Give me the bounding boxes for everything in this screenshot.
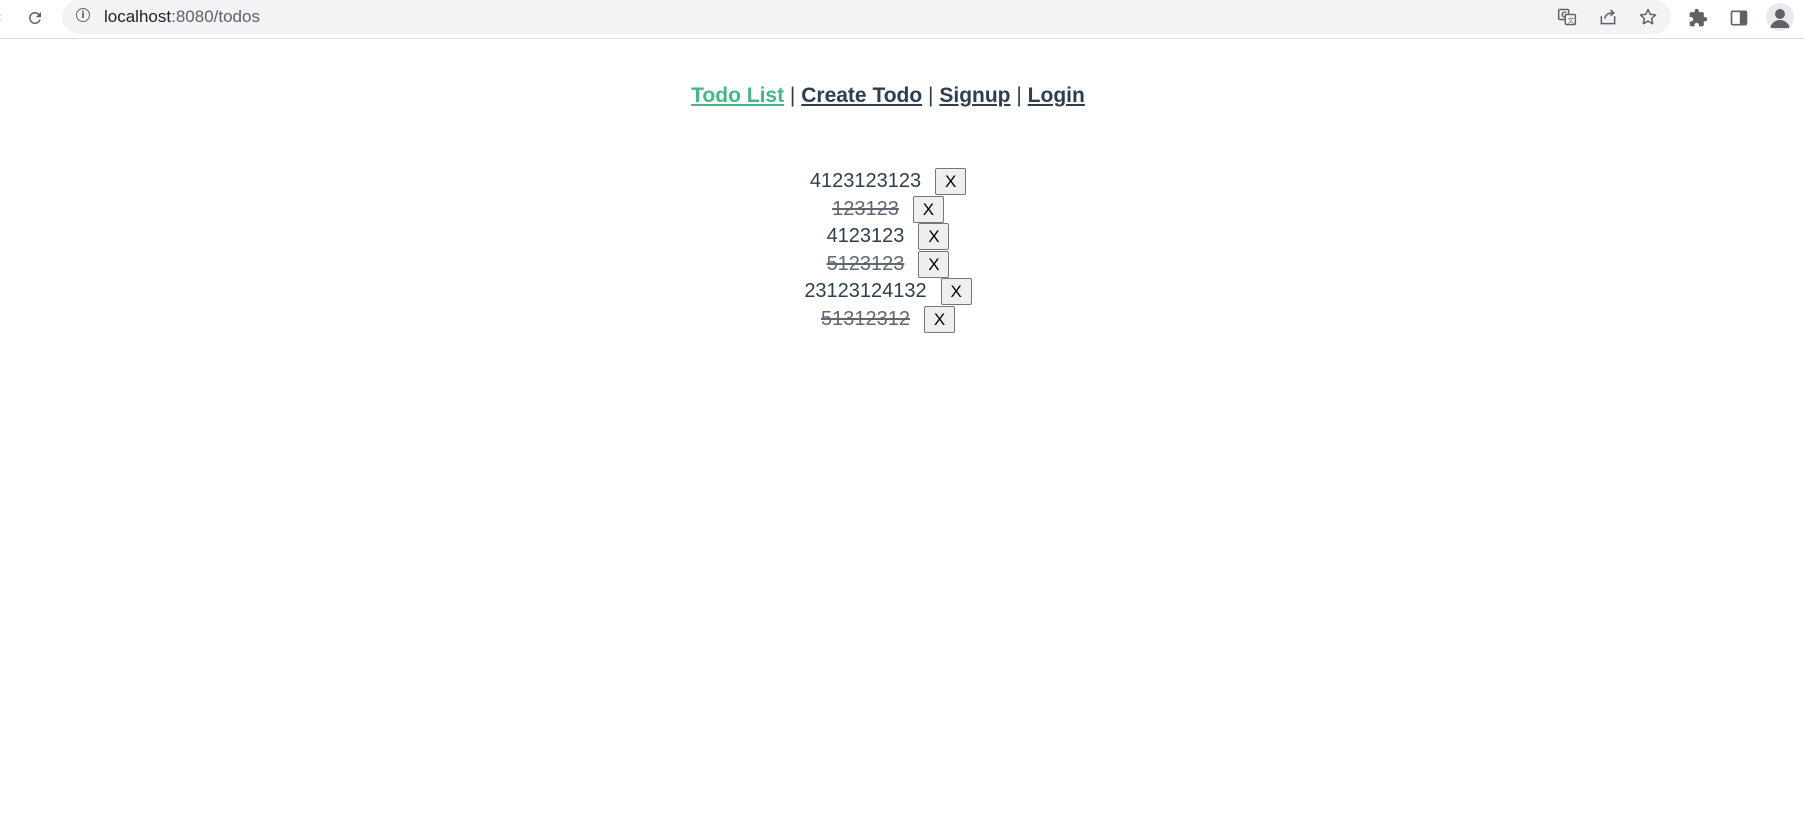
nav-link-create-todo[interactable]: Create Todo [801,84,922,107]
profile-avatar-icon[interactable] [1766,3,1794,31]
back-arrow-icon[interactable]: ‹ [0,9,1,27]
todo-text[interactable]: 4123123 [827,223,905,250]
address-bar[interactable]: i localhost:8080/todos G 文 [62,0,1671,34]
nav-separator: | [789,84,796,107]
todo-text[interactable]: 4123123123 [810,168,921,195]
todo-item: 51312312 X [0,305,1776,334]
todo-item: 123123 X [0,195,1776,224]
delete-todo-button[interactable]: X [923,305,955,333]
todo-item: 23123124132 X [0,278,1776,306]
browser-toolbar: ‹ i localhost:8080/todos G 文 [0,0,1804,39]
nav-separator: | [1016,84,1022,107]
nav-link-signup[interactable]: Signup [939,84,1010,107]
delete-todo-button[interactable]: X [935,168,967,196]
bookmark-star-icon[interactable] [1635,4,1661,30]
extensions-icon[interactable] [1684,4,1712,32]
todo-text-completed[interactable]: 123123 [832,196,899,223]
todo-list: 4123123123 X 123123 X 4123123 X 5123123 X 23… [0,168,1776,333]
todo-text[interactable]: 23123124132 [804,278,926,305]
delete-todo-button[interactable]: X [940,278,972,306]
url-host: localhost [104,7,172,26]
todo-text-completed[interactable]: 5123123 [827,251,905,278]
site-info-icon[interactable]: i [76,8,90,22]
nav-separator: | [928,84,934,107]
translate-icon[interactable]: G 文 [1554,4,1580,30]
delete-todo-button[interactable]: X [918,250,950,278]
nav-link-todo-list[interactable]: Todo List [691,84,784,107]
url-path: :8080/todos [171,7,260,26]
todo-item: 4123123123 X [0,168,1776,196]
svg-text:文: 文 [1567,15,1574,24]
delete-todo-button[interactable]: X [918,223,950,251]
main-nav: Todo List | Create Todo | Signup | Login [0,84,1776,108]
todo-text-completed[interactable]: 51312312 [821,306,910,333]
url-text[interactable]: localhost:8080/todos [104,7,260,27]
todo-item: 4123123 X [0,223,1776,251]
reload-icon [29,11,41,24]
share-icon[interactable] [1595,4,1621,30]
delete-todo-button[interactable]: X [912,195,944,223]
side-panel-icon[interactable] [1725,4,1753,32]
page-content: Todo List | Create Todo | Signup | Login… [0,40,1804,833]
todo-item: 5123123 X [0,250,1776,279]
reload-button[interactable] [22,5,48,31]
nav-link-login[interactable]: Login [1028,84,1085,107]
